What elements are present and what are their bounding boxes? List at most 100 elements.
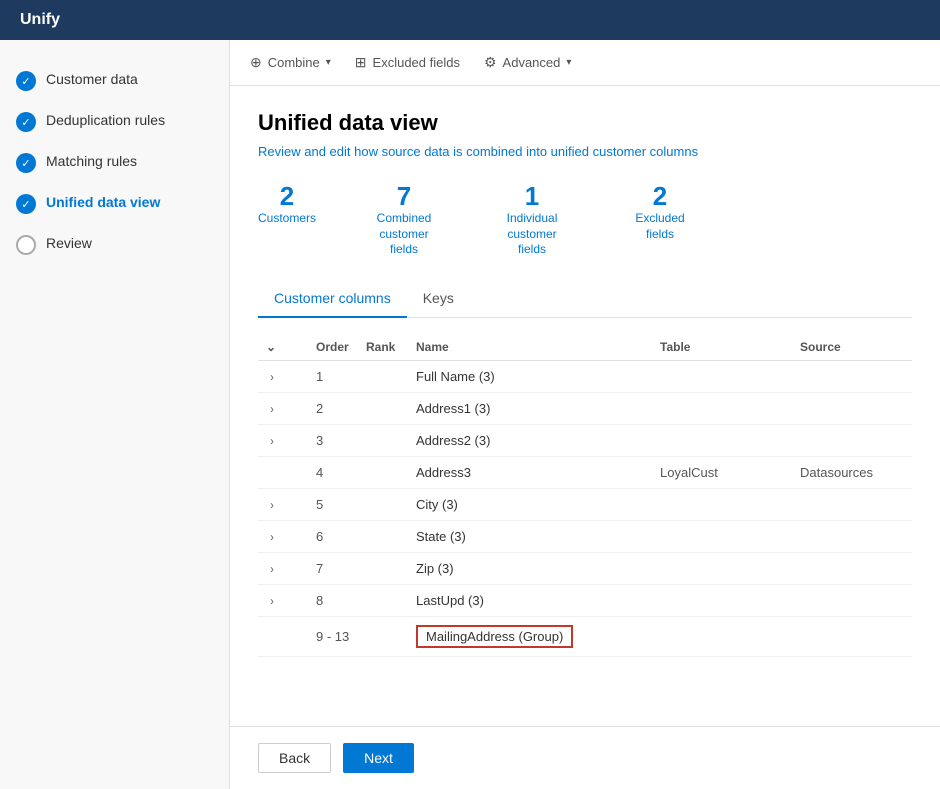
page-content: Unified data view Review and edit how so… bbox=[230, 86, 940, 726]
stat-excluded-fields-number: 2 bbox=[653, 183, 667, 209]
table-row: 9 - 13MailingAddress (Group) bbox=[258, 616, 912, 656]
rank-cell bbox=[358, 552, 408, 584]
table-row: › 1 Full Name (3) bbox=[258, 360, 912, 392]
rank-cell bbox=[358, 392, 408, 424]
step-indicator-review bbox=[16, 235, 36, 255]
col-header-table: Table bbox=[652, 334, 792, 361]
table-row: 4 Address3LoyalCustDatasources bbox=[258, 456, 912, 488]
rank-cell bbox=[358, 488, 408, 520]
col-header-source: Source bbox=[792, 334, 912, 361]
source-cell bbox=[792, 392, 912, 424]
table-cell bbox=[652, 552, 792, 584]
name-cell: Zip (3) bbox=[408, 552, 652, 584]
order-cell: 6 bbox=[308, 520, 358, 552]
source-cell bbox=[792, 584, 912, 616]
stat-customers-number: 2 bbox=[280, 183, 294, 209]
nav-advanced[interactable]: ⚙ Advanced ▾ bbox=[484, 50, 571, 75]
rank-cell bbox=[358, 584, 408, 616]
nav-combine[interactable]: ⊕ Combine ▾ bbox=[250, 50, 331, 75]
step-indicator-customer-data: ✓ bbox=[16, 71, 36, 91]
expand-cell: › bbox=[258, 360, 308, 392]
step-indicator-matching-rules: ✓ bbox=[16, 153, 36, 173]
col-header-expand: ⌄ bbox=[258, 334, 308, 361]
nav-excluded-fields[interactable]: ⊞ Excluded fields bbox=[355, 50, 460, 75]
table-cell bbox=[652, 616, 792, 656]
name-cell: Full Name (3) bbox=[408, 360, 652, 392]
table-cell bbox=[652, 424, 792, 456]
table-row: ›6State (3) bbox=[258, 520, 912, 552]
nav-advanced-label: Advanced bbox=[503, 55, 561, 70]
sidebar: ✓ Customer data ✓ Deduplication rules ✓ … bbox=[0, 40, 230, 789]
col-header-rank: Rank bbox=[358, 334, 408, 361]
app-header: Unify bbox=[0, 0, 940, 40]
expand-button[interactable]: › bbox=[266, 560, 278, 578]
step-indicator-deduplication-rules: ✓ bbox=[16, 112, 36, 132]
order-cell: 1 bbox=[308, 360, 358, 392]
expand-button[interactable]: › bbox=[266, 592, 278, 610]
stat-combined-fields-number: 7 bbox=[397, 183, 411, 209]
sidebar-item-review[interactable]: Review bbox=[0, 224, 229, 265]
highlighted-name: MailingAddress (Group) bbox=[416, 625, 573, 648]
sidebar-item-customer-data[interactable]: ✓ Customer data bbox=[0, 60, 229, 101]
expand-cell: › bbox=[258, 424, 308, 456]
expand-button[interactable]: › bbox=[266, 496, 278, 514]
next-button[interactable]: Next bbox=[343, 743, 414, 773]
order-cell: 4 bbox=[308, 456, 358, 488]
tab-keys[interactable]: Keys bbox=[407, 282, 470, 318]
name-cell: LastUpd (3) bbox=[408, 584, 652, 616]
order-cell: 8 bbox=[308, 584, 358, 616]
advanced-icon: ⚙ bbox=[484, 54, 497, 71]
sidebar-item-deduplication-rules[interactable]: ✓ Deduplication rules bbox=[0, 101, 229, 142]
table-row: ›2Address1 (3) bbox=[258, 392, 912, 424]
expand-cell bbox=[258, 456, 308, 488]
name-cell: Address1 (3) bbox=[408, 392, 652, 424]
table-cell: LoyalCust bbox=[652, 456, 792, 488]
stat-combined-fields: 7 Combined customer fields bbox=[364, 183, 444, 258]
top-nav: ⊕ Combine ▾ ⊞ Excluded fields ⚙ Advanced… bbox=[230, 40, 940, 86]
advanced-chevron-icon: ▾ bbox=[566, 57, 571, 68]
tabs-row: Customer columns Keys bbox=[258, 282, 912, 318]
sidebar-item-matching-rules[interactable]: ✓ Matching rules bbox=[0, 142, 229, 183]
expand-cell: › bbox=[258, 520, 308, 552]
sidebar-item-label-deduplication-rules: Deduplication rules bbox=[46, 111, 165, 129]
excluded-fields-icon: ⊞ bbox=[355, 54, 367, 71]
source-cell bbox=[792, 360, 912, 392]
source-cell bbox=[792, 552, 912, 584]
rank-cell bbox=[358, 424, 408, 456]
stat-individual-fields: 1 Individual customer fields bbox=[492, 183, 572, 258]
source-cell bbox=[792, 424, 912, 456]
sidebar-item-label-unified-data-view: Unified data view bbox=[46, 193, 160, 211]
stat-customers: 2 Customers bbox=[258, 183, 316, 258]
rank-cell bbox=[358, 520, 408, 552]
expand-button[interactable]: › bbox=[266, 368, 278, 386]
footer-actions: Back Next bbox=[230, 726, 940, 789]
table-row: › 8 LastUpd (3) bbox=[258, 584, 912, 616]
content-area: ⊕ Combine ▾ ⊞ Excluded fields ⚙ Advanced… bbox=[230, 40, 940, 789]
rank-cell bbox=[358, 360, 408, 392]
col-expand-icon: ⌄ bbox=[266, 340, 276, 354]
order-cell: 7 bbox=[308, 552, 358, 584]
data-table: ⌄ Order Rank Name Table Source ›1Full Na… bbox=[258, 334, 912, 657]
table-row: ›5City (3) bbox=[258, 488, 912, 520]
expand-button[interactable]: › bbox=[266, 432, 278, 450]
table-cell bbox=[652, 584, 792, 616]
table-cell bbox=[652, 392, 792, 424]
stat-excluded-fields: 2 Excluded fields bbox=[620, 183, 700, 258]
expand-cell: › bbox=[258, 488, 308, 520]
expand-button[interactable]: › bbox=[266, 400, 278, 418]
back-button[interactable]: Back bbox=[258, 743, 331, 773]
source-cell bbox=[792, 488, 912, 520]
name-cell: City (3) bbox=[408, 488, 652, 520]
page-subtitle: Review and edit how source data is combi… bbox=[258, 144, 912, 159]
table-row: ›3Address2 (3) bbox=[258, 424, 912, 456]
expand-button[interactable]: › bbox=[266, 528, 278, 546]
name-cell: Address3 bbox=[408, 456, 652, 488]
stat-individual-fields-number: 1 bbox=[525, 183, 539, 209]
source-cell: Datasources bbox=[792, 456, 912, 488]
tab-customer-columns[interactable]: Customer columns bbox=[258, 282, 407, 318]
name-cell: MailingAddress (Group) bbox=[408, 616, 652, 656]
table-cell bbox=[652, 520, 792, 552]
rank-cell bbox=[358, 456, 408, 488]
combine-chevron-icon: ▾ bbox=[326, 57, 331, 68]
sidebar-item-unified-data-view[interactable]: ✓ Unified data view bbox=[0, 183, 229, 224]
